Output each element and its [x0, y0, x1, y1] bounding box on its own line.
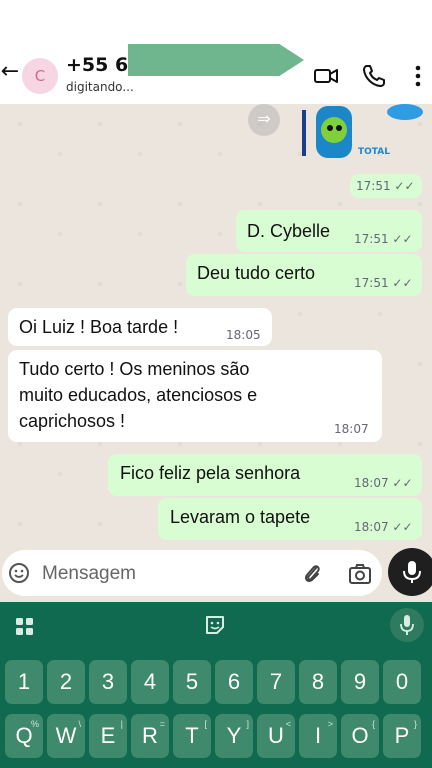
message-bubble-incoming[interactable]: Oi Luiz ! Boa tarde ! 18:05 — [8, 308, 272, 346]
message-time: 17:51 ✓✓ — [354, 232, 413, 246]
emoji-icon[interactable] — [8, 562, 30, 584]
back-arrow-icon[interactable]: ← — [0, 60, 20, 84]
microphone-icon — [400, 615, 414, 635]
key-letter[interactable]: R = — [131, 714, 169, 758]
keyboard-voice-button[interactable] — [390, 608, 424, 642]
key-letter-label: E — [100, 723, 116, 748]
key-letter-label: W — [55, 723, 77, 748]
contact-avatar[interactable]: C — [22, 58, 58, 94]
key-number[interactable]: 0 — [383, 660, 421, 704]
key-hint: % — [30, 719, 39, 729]
microphone-icon — [403, 561, 421, 583]
sticker-image[interactable]: TOTAL — [290, 104, 424, 168]
key-hint: < — [285, 719, 291, 729]
message-time: 18:05 — [226, 328, 261, 342]
key-letter-label: Y — [226, 723, 242, 748]
svg-text:TOTAL: TOTAL — [358, 147, 390, 157]
key-number[interactable]: 9 — [341, 660, 379, 704]
key-letter-label: T — [185, 723, 199, 748]
key-letter[interactable]: W \ — [47, 714, 85, 758]
message-input-bar: Mensagem — [0, 548, 432, 602]
key-number[interactable]: 4 — [131, 660, 169, 704]
key-number[interactable]: 1 — [5, 660, 43, 704]
chat-area[interactable]: ⇒ TOTAL 17:51 ✓✓ D. Cybelle 17:51 ✓✓ Deu… — [0, 104, 432, 548]
key-letter-label: R — [142, 723, 158, 748]
key-letter[interactable]: T[ — [173, 714, 211, 758]
chat-header: ← C +55 62 digitando... — [0, 0, 432, 104]
message-text: Deu tudo certo — [197, 263, 316, 283]
message-bubble-outgoing[interactable]: D. Cybelle 17:51 ✓✓ — [236, 210, 422, 252]
key-letter-label: U — [268, 723, 284, 748]
key-letter[interactable]: Y] — [215, 714, 253, 758]
phone-icon[interactable] — [360, 62, 388, 90]
video-call-icon[interactable] — [312, 62, 340, 90]
message-text: Levaram o tapete — [170, 507, 311, 527]
message-time: 18:07 ✓✓ — [354, 476, 413, 490]
key-letter-label: Q — [15, 723, 33, 748]
key-hint: = — [159, 719, 165, 729]
message-bubble-incoming[interactable]: Tudo certo ! Os meninos são muito educad… — [8, 350, 382, 442]
message-time: 18:07 — [334, 422, 369, 436]
message-placeholder: Mensagem — [42, 563, 136, 584]
forward-icon[interactable]: ⇒ — [248, 104, 280, 136]
camera-icon[interactable] — [348, 563, 372, 585]
key-hint: \ — [78, 719, 81, 729]
keyboard-toolbar — [0, 602, 432, 654]
message-text: Oi Luiz ! Boa tarde ! — [19, 317, 179, 337]
key-letter[interactable]: P} — [383, 714, 421, 758]
message-time: 18:07 ✓✓ — [354, 520, 413, 534]
message-time: 17:51 ✓✓ — [356, 179, 415, 193]
attach-paperclip-icon[interactable] — [302, 562, 324, 586]
key-number[interactable]: 6 — [215, 660, 253, 704]
message-text: Fico feliz pela senhora — [120, 463, 301, 483]
key-number[interactable]: 8 — [299, 660, 337, 704]
key-hint: [ — [204, 719, 207, 729]
key-number[interactable]: 7 — [257, 660, 295, 704]
more-vertical-icon[interactable] — [404, 62, 432, 90]
sticker-icon[interactable] — [204, 614, 226, 636]
message-text: Tudo certo ! Os meninos são muito educad… — [19, 359, 258, 431]
message-bubble-outgoing[interactable]: Levaram o tapete 18:07 ✓✓ — [158, 498, 422, 540]
key-letter-label: I — [314, 723, 322, 748]
message-time: 17:51 ✓✓ — [354, 276, 413, 290]
redaction-overlay — [128, 44, 304, 76]
key-letter[interactable]: O{ — [341, 714, 379, 758]
message-input[interactable]: Mensagem — [2, 550, 382, 596]
on-screen-keyboard: 1 2 3 4 5 6 7 8 9 0 Q% W \ E | R = T[ Y] U <… — [0, 602, 432, 768]
key-letter-label: O — [351, 723, 369, 748]
key-hint: ] — [246, 719, 249, 729]
avatar-letter: C — [34, 67, 46, 85]
sticker-time-bubble: 17:51 ✓✓ — [350, 174, 422, 198]
key-letter-label: P — [394, 723, 410, 748]
key-letter[interactable]: E | — [89, 714, 127, 758]
key-number[interactable]: 3 — [89, 660, 127, 704]
apps-grid-icon[interactable] — [14, 616, 36, 638]
key-number[interactable]: 5 — [173, 660, 211, 704]
message-bubble-outgoing[interactable]: Deu tudo certo 17:51 ✓✓ — [186, 254, 422, 296]
key-number[interactable]: 2 — [47, 660, 85, 704]
key-letter[interactable]: Q% — [5, 714, 43, 758]
typing-status: digitando... — [66, 80, 134, 94]
key-hint: { — [371, 719, 375, 729]
key-hint: } — [413, 719, 417, 729]
message-bubble-outgoing[interactable]: Fico feliz pela senhora 18:07 ✓✓ — [108, 454, 422, 496]
key-letter[interactable]: I > — [299, 714, 337, 758]
key-letter[interactable]: U < — [257, 714, 295, 758]
key-hint: > — [327, 719, 333, 729]
key-hint: | — [120, 719, 123, 729]
voice-record-button[interactable] — [388, 548, 432, 596]
message-text: D. Cybelle — [247, 221, 331, 241]
